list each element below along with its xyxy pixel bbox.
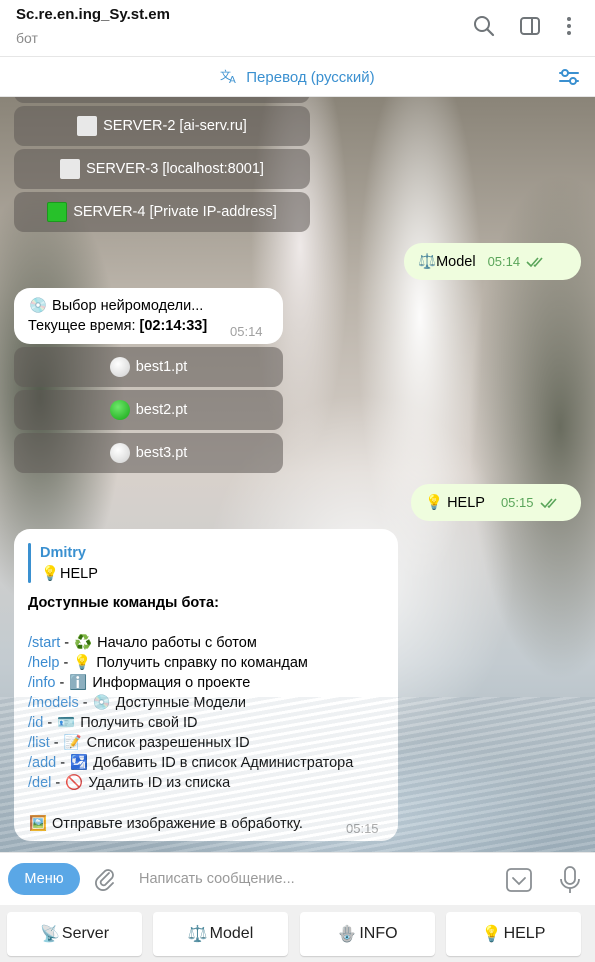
lightbulb-icon: 💡 xyxy=(481,926,502,943)
message-time: 05:15 xyxy=(346,821,379,836)
lightbulb-icon: 💡 xyxy=(73,655,92,671)
hamsa-icon: 🪬 xyxy=(337,926,358,943)
message-input-bar: Меню Написать сообщение... xyxy=(0,852,595,905)
reply-quote[interactable]: 💡HELP xyxy=(40,565,98,582)
picture-icon: 🖼️ xyxy=(28,816,48,832)
recycle-icon: ♻️ xyxy=(74,635,93,651)
lightbulb-icon: 💡 xyxy=(425,495,444,511)
translate-bar: 文A Перевод (русский) xyxy=(0,57,595,97)
message-time: 05:15 xyxy=(500,495,534,510)
keyboard-button-model[interactable]: ⚖️ Model xyxy=(153,912,288,956)
reply-keyboard: 📡 Server ⚖️ Model 🪬 INFO 💡 HELP xyxy=(0,905,595,962)
help-footer: 🖼️ Отправьте изображение в обработку. xyxy=(28,816,303,832)
outgoing-message-model[interactable]: ⚖️ Model 05:14 xyxy=(404,243,581,280)
scales-icon: ⚖️ xyxy=(418,254,437,270)
keyboard-button-info[interactable]: 🪬 INFO xyxy=(300,912,435,956)
translate-icon: 文A xyxy=(220,68,242,86)
incoming-message-help[interactable]: Dmitry 💡HELP Доступные команды бота: /st… xyxy=(14,529,398,841)
white-square-icon xyxy=(77,116,98,136)
chat-subtitle: бот xyxy=(16,30,38,46)
command-line: /del - 🚫 Удалить ID из списка xyxy=(28,775,231,791)
white-circle-icon xyxy=(109,357,130,377)
command-link[interactable]: /del xyxy=(28,775,51,791)
chat-title[interactable]: Sc.re.en.ing_Sy.st.em xyxy=(16,6,170,23)
green-square-icon xyxy=(47,202,68,222)
command-link[interactable]: /help xyxy=(28,655,59,671)
model-select-line1: Выбор нейромодели... xyxy=(52,298,204,314)
chat-header: Sc.re.en.ing_Sy.st.em бот xyxy=(0,0,595,57)
command-link[interactable]: /models xyxy=(28,695,79,711)
current-time-value: [02:14:33] xyxy=(139,318,208,334)
inline-button-best3[interactable]: best3.pt xyxy=(14,433,283,473)
command-line: /id - 🪪 Получить свой ID xyxy=(28,715,198,731)
double-check-icon xyxy=(539,496,562,510)
sidebar-toggle-icon[interactable] xyxy=(516,12,544,40)
disk-icon: 💿 xyxy=(92,695,111,711)
command-link[interactable]: /info xyxy=(28,675,55,691)
keyboard-toggle-icon[interactable] xyxy=(505,866,533,894)
search-icon[interactable] xyxy=(470,12,498,40)
white-circle-icon xyxy=(109,443,130,463)
scales-icon: ⚖️ xyxy=(187,926,208,943)
outgoing-message-help[interactable]: 💡 HELP 05:15 xyxy=(411,484,581,521)
satellite-antenna-icon: 📡 xyxy=(39,926,60,943)
command-line: /add - 🛂 Добавить ID в список Администра… xyxy=(28,755,354,771)
passport-control-icon: 🛂 xyxy=(70,755,89,771)
keyboard-button-help[interactable]: 💡 HELP xyxy=(446,912,581,956)
command-line: /list - 📝 Список разрешенных ID xyxy=(28,735,250,751)
reply-bar xyxy=(28,543,31,583)
command-link[interactable]: /list xyxy=(28,735,50,751)
inline-button-partial[interactable] xyxy=(14,97,310,103)
svg-text:A: A xyxy=(229,75,236,84)
prohibited-icon: 🚫 xyxy=(65,775,84,791)
keyboard-button-server[interactable]: 📡 Server xyxy=(7,912,142,956)
translate-settings-icon[interactable] xyxy=(557,65,581,89)
memo-icon: 📝 xyxy=(63,735,82,751)
double-check-icon xyxy=(526,255,548,269)
chat-area[interactable]: SERVER-2 [ai-serv.ru] SERVER-3 [localhos… xyxy=(0,97,595,852)
message-text: Model xyxy=(436,253,476,270)
incoming-message-model-select[interactable]: 💿 Выбор нейромодели... Текущее время: [0… xyxy=(14,288,283,344)
command-line: /start - ♻️ Начало работы с ботом xyxy=(28,635,257,651)
current-time-label: Текущее время: xyxy=(28,318,140,334)
message-input[interactable]: Написать сообщение... xyxy=(139,871,295,887)
command-link[interactable]: /start xyxy=(28,635,60,651)
inline-button-server-2[interactable]: SERVER-2 [ai-serv.ru] xyxy=(14,106,310,146)
disk-icon: 💿 xyxy=(28,298,48,314)
command-line: /models - 💿 Доступные Модели xyxy=(28,695,247,711)
help-heading: Доступные команды бота: xyxy=(28,595,219,611)
translate-label: Перевод (русский) xyxy=(246,69,375,86)
lightbulb-icon: 💡 xyxy=(40,566,60,582)
more-options-icon[interactable] xyxy=(555,12,583,40)
message-text: HELP xyxy=(447,494,485,511)
info-icon: ℹ️ xyxy=(69,675,88,691)
inline-button-best1[interactable]: best1.pt xyxy=(14,347,283,387)
inline-button-server-3[interactable]: SERVER-3 [localhost:8001] xyxy=(14,149,310,189)
inline-button-server-4[interactable]: SERVER-4 [Private IP-address] xyxy=(14,192,310,232)
command-link[interactable]: /id xyxy=(28,715,43,731)
message-time: 05:14 xyxy=(487,254,521,269)
command-line: /info - ℹ️ Информация о проекте xyxy=(28,675,251,691)
green-circle-icon xyxy=(109,400,130,420)
inline-button-best2[interactable]: best2.pt xyxy=(14,390,283,430)
message-time: 05:14 xyxy=(230,324,263,339)
command-line: /help - 💡 Получить справку по командам xyxy=(28,655,308,671)
paperclip-icon[interactable] xyxy=(92,866,118,892)
menu-button[interactable]: Меню xyxy=(8,863,80,895)
white-square-icon xyxy=(60,159,81,179)
command-link[interactable]: /add xyxy=(28,755,56,771)
microphone-icon[interactable] xyxy=(558,865,582,895)
reply-author[interactable]: Dmitry xyxy=(40,545,86,561)
translate-button[interactable]: 文A Перевод (русский) xyxy=(0,68,595,86)
id-card-icon: 🪪 xyxy=(57,715,76,731)
